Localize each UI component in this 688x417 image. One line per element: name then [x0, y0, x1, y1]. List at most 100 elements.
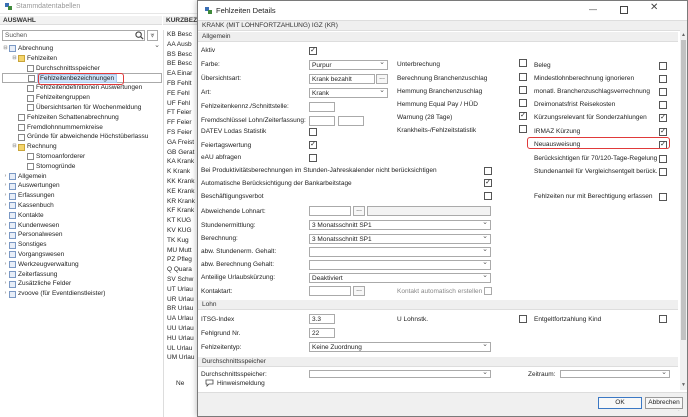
beschaeftigung-checkbox[interactable] [484, 192, 492, 200]
tree-item[interactable]: › Zusätzliche Felder [2, 279, 162, 289]
kurzbez-row[interactable]: BS Besc [164, 50, 199, 60]
kurzbez-row[interactable]: UU Urlau [164, 324, 199, 334]
kurzbez-row[interactable]: Q Quara [164, 265, 199, 275]
kontaktart-input[interactable] [309, 286, 351, 296]
tree-item[interactable]: › Kassenbuch [2, 201, 162, 211]
tree-item[interactable]: › Werkzeugverwaltung [2, 260, 162, 270]
filter-icon[interactable]: ⩔ [147, 30, 158, 41]
bei-produktiv-checkbox[interactable] [484, 167, 492, 175]
right-option-checkbox[interactable] [659, 88, 667, 96]
kurzbez-row[interactable]: UA Urlau [164, 314, 199, 324]
right-option-checkbox[interactable] [659, 75, 667, 83]
entgelt-checkbox[interactable] [519, 315, 527, 323]
tree-item[interactable]: › zvoove (für Eventdienstleister) [2, 289, 162, 299]
kurzbez-row[interactable]: MU Mutt [164, 246, 199, 256]
mid-option-checkbox[interactable]: ✓ [519, 112, 527, 120]
kurzbez-row[interactable]: KF Krank [164, 206, 199, 216]
tree-toggle-icon[interactable]: › [2, 250, 9, 260]
tree-toggle-icon[interactable]: ⊟ [2, 44, 9, 54]
kurzbez-row[interactable]: AA Ausb [164, 40, 199, 50]
kurzbez-row[interactable]: SV Schw [164, 275, 199, 285]
feiertag-checkbox[interactable]: ✓ [309, 141, 317, 149]
fremdschluessel-input-1[interactable] [309, 116, 335, 126]
tree-toggle-icon[interactable]: › [2, 181, 9, 191]
scroll-up-icon[interactable]: ▲ [681, 32, 686, 38]
scroll-thumb[interactable] [681, 40, 686, 340]
tree-toggle-icon[interactable]: › [2, 201, 9, 211]
kurzbez-row[interactable]: GA Freist [164, 138, 199, 148]
tree-toggle-icon[interactable]: › [2, 172, 9, 182]
tree-toggle-icon[interactable]: › [2, 260, 9, 270]
itsg-input[interactable]: 3.3 [309, 314, 335, 324]
tree-item[interactable]: › Zeiterfassung [2, 270, 162, 280]
tree-toggle-icon[interactable]: ⊟ [11, 142, 18, 152]
tree-item[interactable]: › Allgemein [2, 172, 162, 182]
anteilige-select[interactable]: Deaktiviert [309, 272, 491, 283]
tree-toggle-icon[interactable]: › [2, 240, 9, 250]
resize-grip-icon[interactable]: ⋰ [678, 406, 683, 412]
kurzbez-row[interactable]: UR Urlau [164, 295, 199, 305]
fehlgrund-input[interactable]: 22 [309, 328, 335, 338]
kurzbez-row[interactable]: BR Urlau [164, 304, 199, 314]
new-button-label[interactable]: Ne [176, 380, 184, 387]
tree-item[interactable]: › Vorgangswesen [2, 250, 162, 260]
tree-item[interactable]: › Erfassungen [2, 191, 162, 201]
stundenermittlung-select[interactable]: 3 Monatsschnitt SP1 [309, 219, 491, 230]
tree-item[interactable]: ⊟ Fehlzeiten [2, 54, 162, 64]
mid-option-checkbox[interactable] [519, 59, 527, 67]
kurzbez-row[interactable]: KB Besc [164, 30, 199, 40]
tree-toggle-icon[interactable]: › [2, 230, 9, 240]
tree-item[interactable]: › Auswertungen [2, 181, 162, 191]
tree-item[interactable]: Fehlzeitengruppen [2, 93, 162, 103]
kurzbez-row[interactable]: FT Feier [164, 108, 199, 118]
fehlzeitentyp-select[interactable]: Keine Zuordnung [309, 341, 491, 352]
zeitraum-select[interactable] [560, 369, 670, 378]
scroll-down-icon[interactable]: ▼ [681, 382, 686, 388]
kurzbez-row[interactable]: PZ Pfleg [164, 255, 199, 265]
kontaktart-browse-button[interactable]: ... [353, 286, 365, 296]
right-option-checkbox[interactable]: ✓ [659, 114, 667, 122]
datev-checkbox[interactable] [309, 128, 317, 136]
kurzbez-row[interactable]: KV KUG [164, 226, 199, 236]
tree-item[interactable]: ⊟ Abrechnung [2, 44, 162, 54]
mid-option-checkbox[interactable] [519, 86, 527, 94]
search-icon[interactable] [135, 31, 144, 40]
tree-item[interactable]: Durchschnittsspeicher [2, 64, 162, 74]
kurzbez-row[interactable]: BE Besc [164, 59, 199, 69]
kurzbez-row[interactable]: FE Fehl [164, 89, 199, 99]
durch-select[interactable] [309, 369, 491, 378]
kurzbez-row[interactable]: KE Krank [164, 187, 199, 197]
right-option-checkbox[interactable] [659, 155, 667, 163]
kurzbez-row[interactable]: FS Feier [164, 128, 199, 138]
tree-toggle-icon[interactable]: › [2, 289, 9, 299]
tree-toggle-icon[interactable]: › [2, 270, 9, 280]
tree-item[interactable]: › Personalwesen [2, 230, 162, 240]
mid-option-checkbox[interactable] [519, 125, 527, 133]
kurzbez-row[interactable]: KR Krank [164, 197, 199, 207]
tree-item[interactable]: Übersichtsarten für Wochenmeldung [2, 103, 162, 113]
eau-checkbox[interactable] [309, 154, 317, 162]
kurzbez-row[interactable]: TK Kug [164, 236, 199, 246]
aktiv-checkbox[interactable]: ✓ [309, 47, 317, 55]
kurzbez-row[interactable]: UL Urlau [164, 344, 199, 354]
fremdschluessel-input-2[interactable] [338, 116, 364, 126]
kurzbez-row[interactable]: FF Feier [164, 118, 199, 128]
maximize-icon[interactable] [620, 6, 628, 14]
kurzbez-row[interactable]: UT Urlau [164, 285, 199, 295]
right-option-checkbox[interactable] [659, 62, 667, 70]
tree-toggle-icon[interactable]: › [2, 221, 9, 231]
close-icon[interactable]: ✕ [650, 2, 658, 13]
automatische-checkbox[interactable]: ✓ [484, 179, 492, 187]
right-option-checkbox[interactable] [659, 168, 667, 176]
tree-item[interactable]: ⊟ Rechnung [2, 142, 162, 152]
minimize-icon[interactable]: — [589, 5, 597, 14]
tree-item[interactable]: Kontakte [2, 211, 162, 221]
entgelt-right-checkbox[interactable] [659, 315, 667, 323]
right-option-checkbox[interactable]: ✓ [659, 128, 667, 136]
tree-item[interactable]: Fremdlohnnummernkreise [2, 123, 162, 133]
uebersichtsart-browse-button[interactable]: ... [376, 74, 388, 84]
tree-item[interactable]: Stornogründe [2, 162, 162, 172]
tree-item[interactable]: Stornoanforderer [2, 152, 162, 162]
farbe-select[interactable]: Purpur [309, 59, 388, 70]
tree-item[interactable]: Gründe für abweichende Höchstüberlassu [2, 132, 162, 142]
